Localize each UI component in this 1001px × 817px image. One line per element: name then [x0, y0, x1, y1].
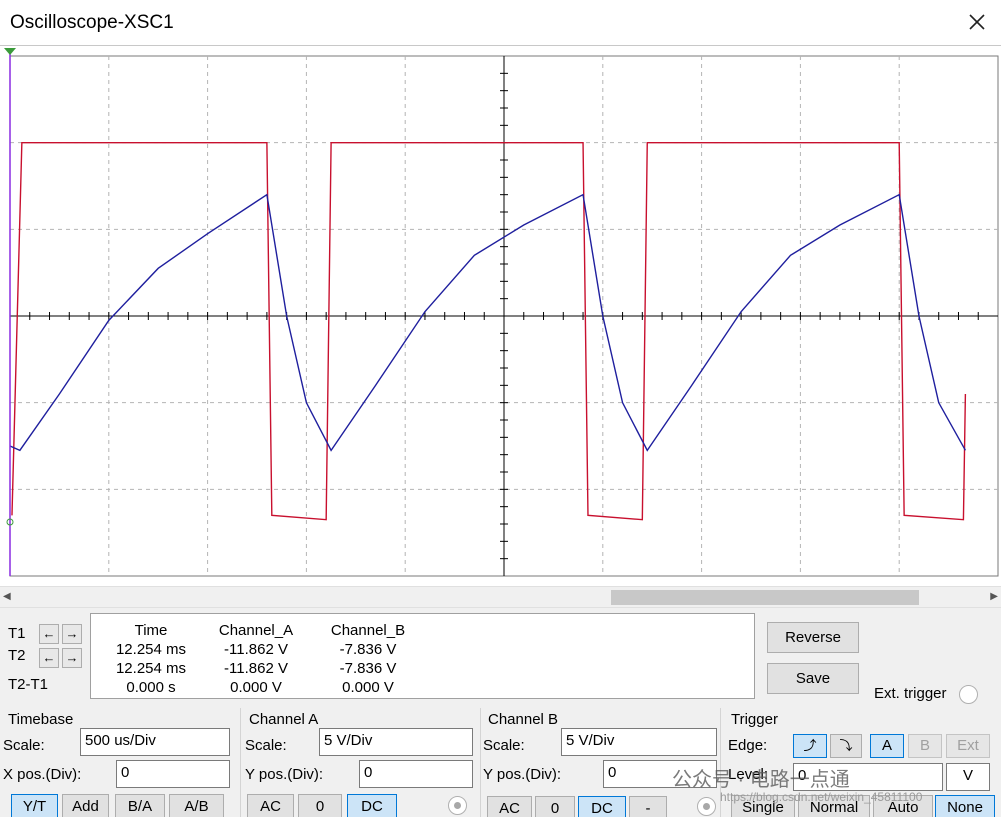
mode-b-a-button[interactable]: B/A: [115, 794, 165, 817]
readout-t2-time: 12.254 ms: [115, 660, 187, 677]
channel-a-terminal[interactable]: [448, 796, 467, 815]
readout-header-channel-b: Channel_B: [330, 622, 406, 639]
timebase-scale-field[interactable]: 500 us/Div: [80, 728, 230, 756]
t2-label: T2: [8, 647, 26, 664]
readout-header-time: Time: [134, 622, 168, 639]
channel-b-title: Channel B: [488, 711, 559, 728]
channel-b-scale-label: Scale:: [483, 737, 525, 754]
channel-a-title: Channel A: [249, 711, 319, 728]
cursor-t1-marker: [4, 48, 16, 55]
close-icon[interactable]: [963, 8, 991, 36]
channel-a-ypos-label: Y pos.(Div):: [245, 766, 324, 783]
save-button[interactable]: Save: [767, 663, 859, 694]
rising-edge-icon[interactable]: ⤴: [793, 734, 827, 758]
channel-b-scale-field[interactable]: 5 V/Div: [561, 728, 717, 756]
readout-diff-channel-a: 0.000 V: [230, 679, 282, 696]
channel-a-ypos-field[interactable]: 0: [359, 760, 473, 788]
readout-t1-channel-a: -11.862 V: [224, 641, 288, 658]
trigger-title: Trigger: [731, 711, 778, 728]
watermark-url: https://blog.csdn.net/weixin_45811100: [720, 790, 923, 804]
timebase-scale-label: Scale:: [3, 737, 45, 754]
scrollbar-thumb[interactable]: [611, 590, 919, 605]
readout-t2-channel-a: -11.862 V: [224, 660, 288, 677]
channel-a-scale-field[interactable]: 5 V/Div: [319, 728, 473, 756]
mode-add-button[interactable]: Add: [62, 794, 109, 817]
readout-t1-channel-b: -7.836 V: [339, 641, 397, 658]
t2-left-button[interactable]: ←: [39, 648, 59, 668]
trigger-source-b-button[interactable]: B: [908, 734, 942, 758]
horizontal-scrollbar[interactable]: ◀ ▶: [0, 586, 1001, 608]
channel-a-dc-button[interactable]: DC: [347, 794, 397, 817]
t1-right-button[interactable]: →: [62, 624, 82, 644]
t2-t1-label: T2-T1: [8, 676, 49, 693]
channel-b-ypos-label: Y pos.(Div):: [483, 766, 562, 783]
t2-right-button[interactable]: →: [62, 648, 82, 668]
trigger-source-a-button[interactable]: A: [870, 734, 904, 758]
timebase-xpos-label: X pos.(Div):: [3, 766, 82, 783]
trigger-source-ext-button[interactable]: Ext: [946, 734, 990, 758]
scope-plot[interactable]: [0, 46, 1001, 586]
t1-left-button[interactable]: ←: [39, 624, 59, 644]
readout-t2-channel-b: -7.836 V: [339, 660, 397, 677]
channel-a-0-button[interactable]: 0: [298, 794, 342, 817]
readout-diff-time: 0.000 s: [126, 679, 176, 696]
ext-trigger-terminal[interactable]: [959, 685, 978, 704]
channel-a-ac-button[interactable]: AC: [247, 794, 294, 817]
cursor-readout-table: Time Channel_A Channel_B 12.254 ms -11.8…: [90, 613, 755, 699]
channel-b-ac-button[interactable]: AC: [487, 796, 532, 817]
control-panel: T1 ← → T2 ← → T2-T1 Time Channel_A Chann…: [0, 608, 1001, 817]
channel-b-dc-button[interactable]: DC: [578, 796, 626, 817]
t1-label: T1: [8, 625, 26, 642]
watermark-text: 公众号 · 电路一点通: [672, 769, 850, 791]
timebase-title: Timebase: [8, 711, 74, 728]
scroll-right-icon[interactable]: ▶: [990, 591, 998, 602]
channel-b-0-button[interactable]: 0: [535, 796, 575, 817]
reverse-button[interactable]: Reverse: [767, 622, 859, 653]
scope-screen[interactable]: [0, 46, 1001, 586]
channel-a-group: Channel A Scale: 5 V/Div Y pos.(Div): 0 …: [240, 708, 480, 817]
channel-a-scale-label: Scale:: [245, 737, 287, 754]
ext-trigger-label: Ext. trigger: [874, 685, 947, 702]
title-bar: Oscilloscope-XSC1: [0, 0, 1001, 46]
trigger-none-button[interactable]: None: [935, 795, 995, 817]
readout-header-channel-a: Channel_A: [218, 622, 294, 639]
mode-yt-button[interactable]: Y/T: [11, 794, 58, 817]
mode-a-b-button[interactable]: A/B: [169, 794, 224, 817]
channel-b-terminal[interactable]: [697, 797, 716, 816]
window-title: Oscilloscope-XSC1: [10, 12, 174, 33]
falling-edge-icon[interactable]: ⤵: [830, 734, 862, 758]
trigger-edge-label: Edge:: [728, 737, 768, 754]
channel-b-invert-button[interactable]: -: [629, 796, 667, 817]
timebase-xpos-field[interactable]: 0: [116, 760, 230, 788]
readout-diff-channel-b: 0.000 V: [342, 679, 394, 696]
timebase-group: Timebase Scale: 500 us/Div X pos.(Div): …: [0, 708, 240, 817]
readout-t1-time: 12.254 ms: [115, 641, 187, 658]
scroll-left-icon[interactable]: ◀: [3, 591, 11, 602]
trigger-level-unit[interactable]: V: [946, 763, 990, 791]
